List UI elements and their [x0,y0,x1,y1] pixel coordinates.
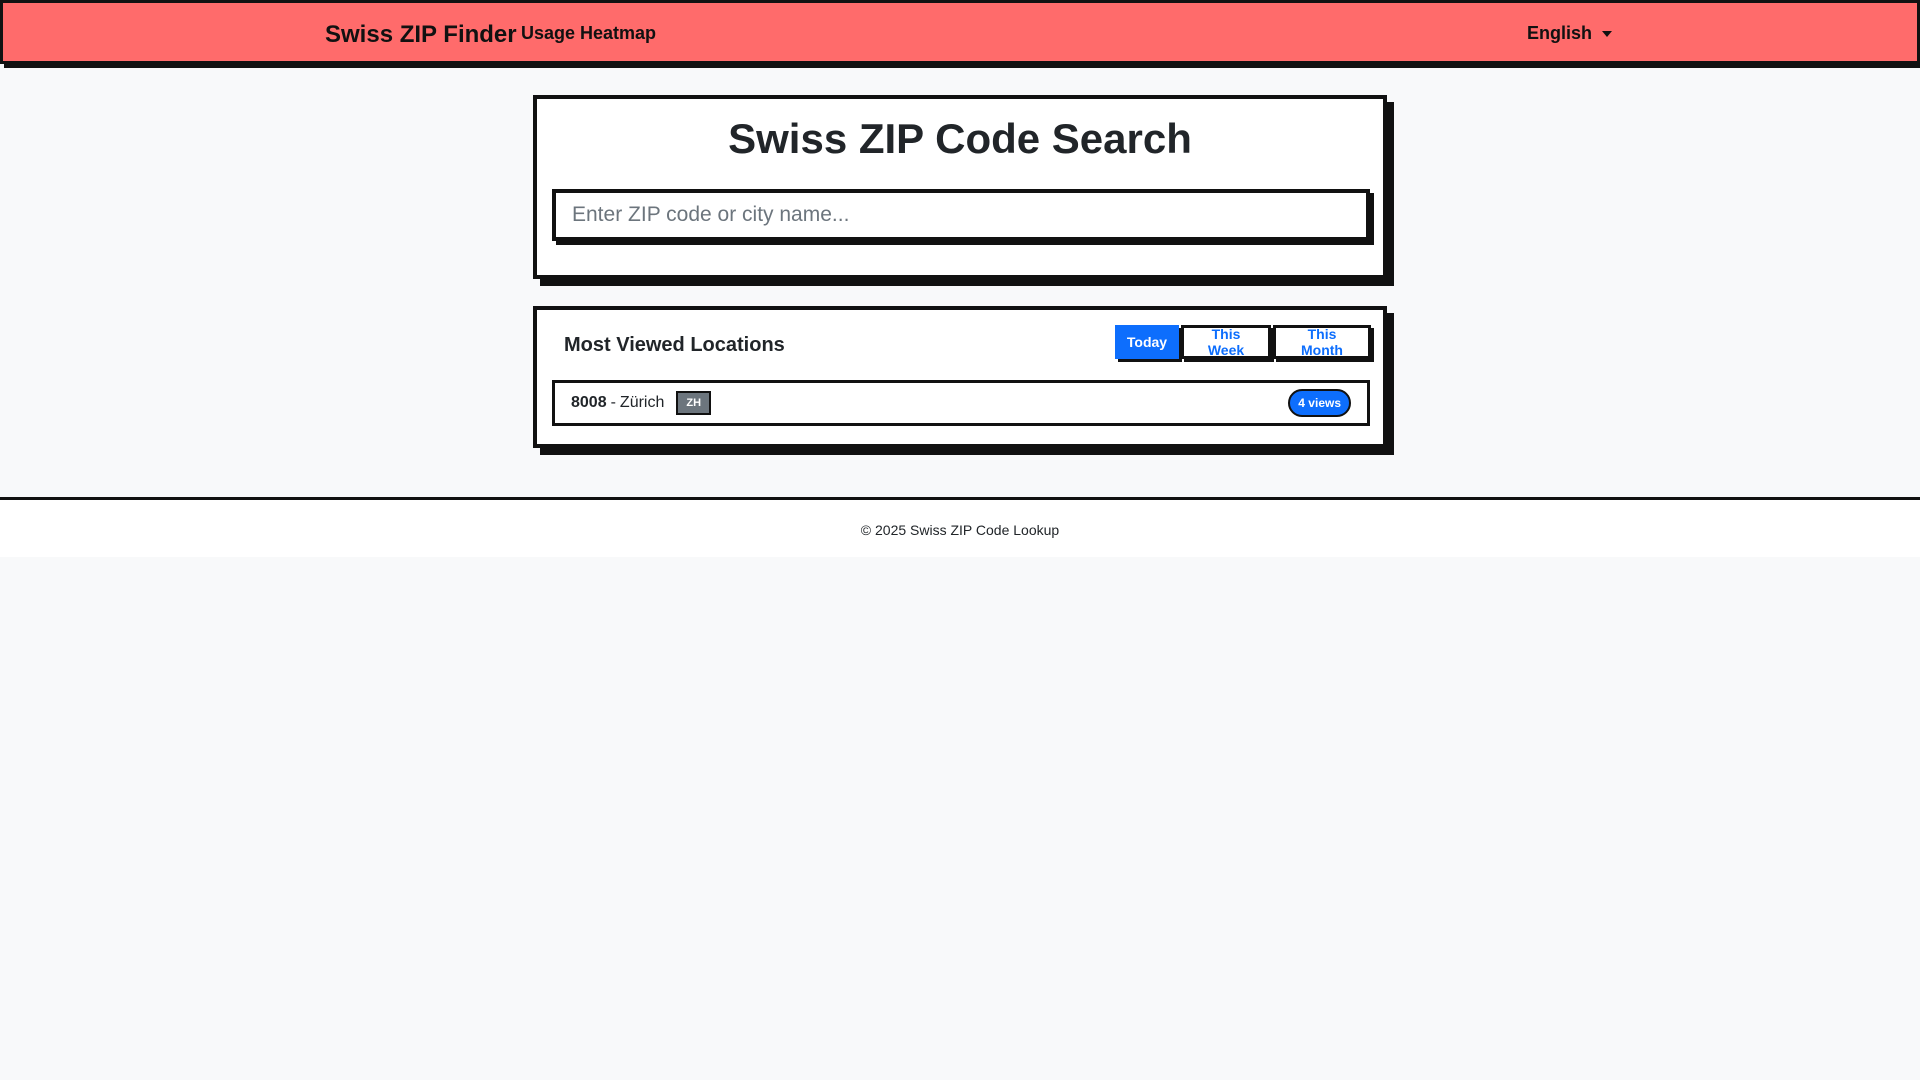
chevron-down-icon [1602,30,1613,37]
tab-this-week[interactable]: This Week [1181,325,1271,359]
page-title: Swiss ZIP Code Search [728,115,1192,162]
tab-today[interactable]: Today [1115,325,1179,359]
canton-badge: ZH [676,391,712,415]
tab-this-month[interactable]: This Month [1273,325,1371,359]
footer-copyright: © 2025 Swiss ZIP Code Lookup [860,522,1060,538]
footer: © 2025 Swiss ZIP Code Lookup [0,497,1920,557]
separator: - [610,394,616,411]
language-label: English [1527,23,1593,43]
city-name: Zürich [619,394,665,411]
top-navbar: Swiss ZIP Finder Usage Heatmap English [0,0,1920,64]
brand-link[interactable]: Swiss ZIP Finder [325,21,517,49]
most-viewed-card: Most Viewed Locations Today This Week Th… [533,306,1387,448]
most-viewed-title: Most Viewed Locations [564,334,785,356]
usage-heatmap-link[interactable]: Usage Heatmap [521,23,656,44]
views-count-badge: 4 views [1288,389,1351,417]
list-item[interactable]: 8008 - Zürich ZH 4 views [552,380,1370,426]
zip-code: 8008 [571,394,607,411]
search-card: Swiss ZIP Code Search [533,95,1387,279]
period-tabs: Today This Week This Month [1115,325,1373,359]
language-dropdown[interactable]: English [1527,23,1613,44]
search-input[interactable] [552,189,1370,241]
